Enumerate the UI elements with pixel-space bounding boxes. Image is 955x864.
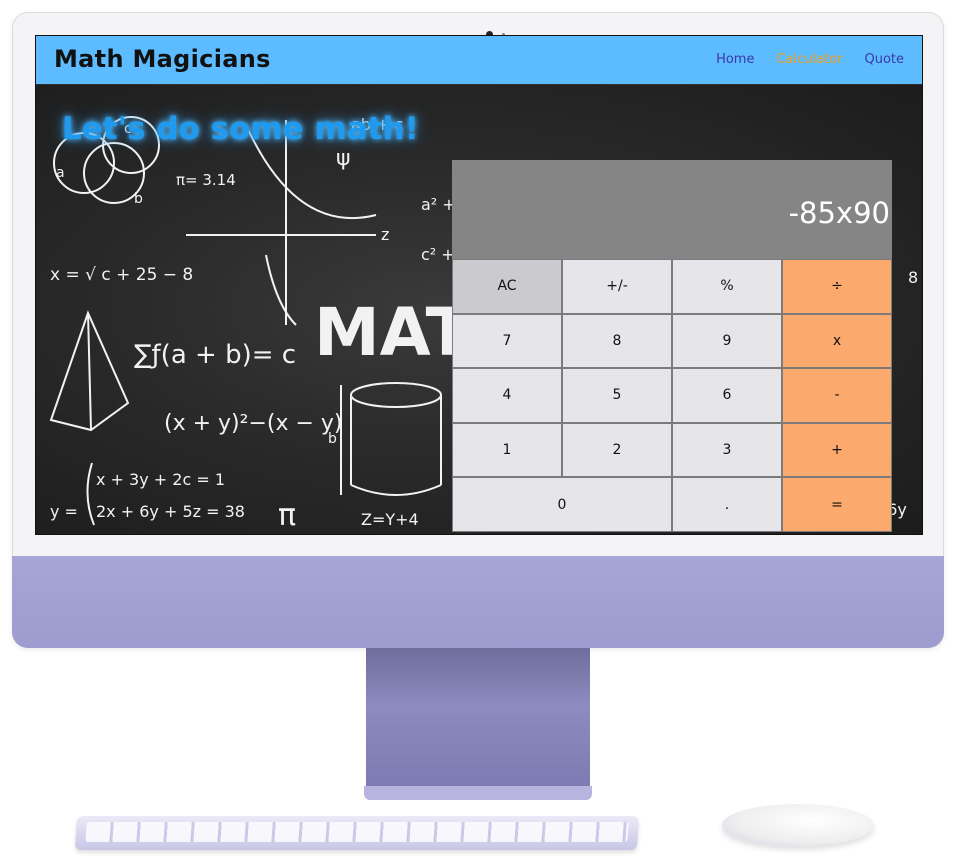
svg-text:b: b [134,191,143,207]
monitor-chin [12,556,944,648]
svg-text:a: a [56,165,65,181]
svg-text:8: 8 [908,268,918,287]
key-add[interactable]: + [782,422,892,478]
app-screen: Math Magicians Home Calculator Quote a b… [35,35,923,535]
key-equals[interactable]: = [782,477,892,532]
svg-text:b: b [328,431,337,447]
navbar: Math Magicians Home Calculator Quote [36,36,922,85]
calculator: -85x90 AC +/- % ÷ 7 8 9 x 4 5 6 - 1 2 3 … [452,160,892,532]
monitor-stand-foot [364,786,592,800]
svg-text:a² +: a² + [421,195,456,214]
nav-link-home[interactable]: Home [716,52,754,67]
svg-text:x = √ c + 25 − 8: x = √ c + 25 − 8 [50,265,193,285]
key-2[interactable]: 2 [562,422,672,478]
key-9[interactable]: 9 [672,313,782,369]
svg-text:ψ: ψ [336,146,351,171]
key-divide[interactable]: ÷ [782,259,892,314]
chalkboard-background: a b c π= 3.14 z ψ a² + c² + ab + c x = √… [36,85,922,534]
mouse-image [722,804,874,846]
svg-text:∑ƒ(a + b)= c: ∑ƒ(a + b)= c [134,340,296,370]
svg-text:z: z [381,225,389,244]
key-7[interactable]: 7 [452,313,562,369]
svg-text:(x + y)²−(x − y): (x + y)²−(x − y) [164,411,343,436]
monitor-stand [366,648,590,790]
key-multiply[interactable]: x [782,313,892,369]
key-percent[interactable]: % [672,259,782,314]
key-1[interactable]: 1 [452,422,562,478]
calculator-display: -85x90 [452,160,892,259]
key-subtract[interactable]: - [782,368,892,423]
svg-text:y =: y = [50,502,78,521]
nav-link-calculator[interactable]: Calculator [776,52,842,67]
key-3[interactable]: 3 [672,422,782,478]
svg-text:π: π [278,498,296,533]
key-toggle-sign[interactable]: +/- [562,259,672,314]
key-5[interactable]: 5 [562,368,672,423]
app-logo: Math Magicians [54,45,271,73]
keyboard-image [74,816,640,850]
hero-headline: Let's do some math! [62,111,419,147]
svg-text:x + 3y + 2c = 1: x + 3y + 2c = 1 [96,470,225,489]
svg-text:2x + 6y + 5z = 38: 2x + 6y + 5z = 38 [96,502,245,521]
key-0[interactable]: 0 [452,477,672,532]
key-4[interactable]: 4 [452,368,562,423]
key-8[interactable]: 8 [562,313,672,369]
svg-text:Z=Y+4: Z=Y+4 [361,510,419,529]
key-clear[interactable]: AC [452,259,562,314]
svg-text:π= 3.14: π= 3.14 [176,171,236,189]
svg-text:c² +: c² + [421,245,455,264]
key-decimal[interactable]: . [672,477,782,532]
nav-links: Home Calculator Quote [716,52,904,67]
calculator-keypad: AC +/- % ÷ 7 8 9 x 4 5 6 - 1 2 3 + 0 . = [452,259,892,532]
svg-text:MAT: MAT [314,294,471,371]
key-6[interactable]: 6 [672,368,782,423]
nav-link-quote[interactable]: Quote [864,52,904,67]
